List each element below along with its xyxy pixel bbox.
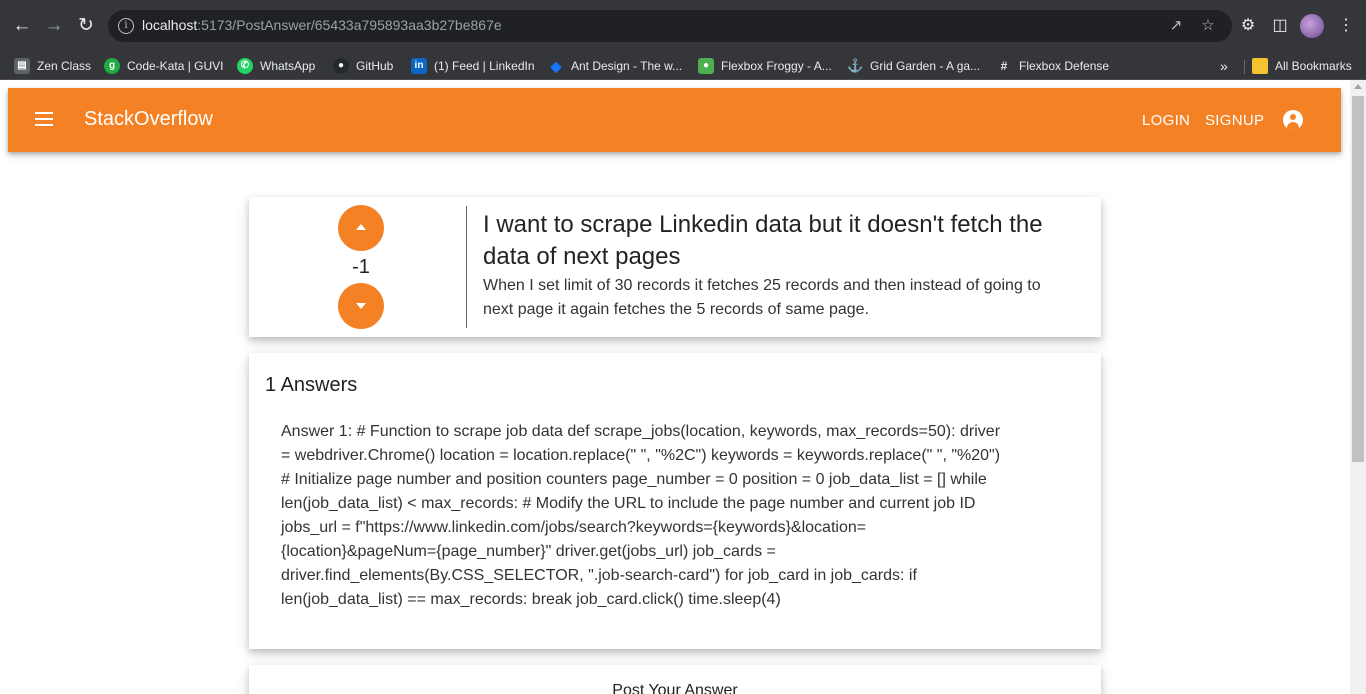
bookmarks-bar: ▤ Zen Class g Code-Kata | GUVI ✆ WhatsAp… bbox=[0, 52, 1366, 80]
answers-heading: 1 Answers bbox=[265, 374, 358, 396]
all-bookmarks[interactable]: All Bookmarks bbox=[1252, 56, 1352, 76]
hamburger-menu-icon[interactable] bbox=[35, 112, 53, 126]
upvote-button[interactable] bbox=[338, 205, 384, 251]
answer-item: Answer 1: # Function to scrape job data … bbox=[281, 423, 1001, 608]
downvote-button[interactable] bbox=[338, 283, 384, 329]
brand-title[interactable]: StackOverflow bbox=[84, 108, 213, 131]
vote-count: -1 bbox=[352, 256, 370, 278]
guvi-icon: g bbox=[104, 58, 120, 74]
address-bar[interactable]: i localhost:5173/PostAnswer/65433a795893… bbox=[108, 10, 1232, 42]
url-host: localhost bbox=[142, 17, 198, 33]
bookmark-ant-design[interactable]: ◆ Ant Design - The w... bbox=[548, 56, 683, 76]
kebab-menu-icon[interactable]: ⋮ bbox=[1334, 14, 1358, 38]
bookmark-label: Flexbox Froggy - A... bbox=[721, 59, 832, 73]
vertical-scrollbar[interactable] bbox=[1350, 80, 1366, 694]
bookmark-label: Flexbox Defense bbox=[1019, 59, 1110, 73]
site-info-icon[interactable]: i bbox=[118, 18, 134, 34]
bookmark-flexbox-defense[interactable]: # Flexbox Defense bbox=[996, 56, 1109, 76]
scroll-up-icon[interactable] bbox=[1354, 84, 1362, 89]
bookmark-linkedin[interactable]: in (1) Feed | LinkedIn bbox=[411, 56, 535, 76]
extensions-icon[interactable]: ⚙ bbox=[1236, 14, 1260, 38]
reload-icon[interactable]: ↻ bbox=[74, 14, 98, 38]
all-bookmarks-label: All Bookmarks bbox=[1275, 59, 1352, 73]
zen-class-icon: ▤ bbox=[14, 58, 30, 74]
back-arrow-icon[interactable]: ← bbox=[10, 14, 34, 38]
signup-button[interactable]: SIGNUP bbox=[1205, 112, 1264, 129]
whatsapp-icon: ✆ bbox=[237, 58, 253, 74]
page-viewport: StackOverflow LOGIN SIGNUP -1 I want to … bbox=[0, 80, 1350, 694]
browser-toolbar: ← → ↻ i localhost:5173/PostAnswer/65433a… bbox=[0, 0, 1366, 52]
flexbox-defense-icon: # bbox=[1000, 59, 1008, 73]
bookmark-label: Ant Design - The w... bbox=[571, 59, 683, 73]
question-divider bbox=[466, 206, 467, 328]
share-icon[interactable]: ↗ bbox=[1166, 16, 1186, 36]
bookmark-label: Zen Class bbox=[37, 59, 92, 73]
app-bar: StackOverflow LOGIN SIGNUP bbox=[8, 88, 1341, 152]
answers-card: 1 Answers Answer 1: # Function to scrape… bbox=[249, 353, 1101, 649]
side-panel-icon[interactable]: ◫ bbox=[1268, 14, 1292, 38]
url-path: :5173/PostAnswer/65433a795893aa3b27be867… bbox=[197, 17, 502, 33]
account-circle-icon[interactable] bbox=[1283, 110, 1303, 130]
question-body: When I set limit of 30 records it fetche… bbox=[483, 277, 1041, 318]
more-bookmarks-icon[interactable]: » bbox=[1220, 56, 1228, 76]
bookmark-grid-garden[interactable]: ⚓ Grid Garden - A ga... bbox=[847, 56, 980, 76]
bookmark-github[interactable]: ● GitHub bbox=[333, 56, 393, 76]
froggy-icon: ● bbox=[698, 58, 714, 74]
bookmark-label: Code-Kata | GUVI bbox=[127, 59, 224, 73]
forward-arrow-icon[interactable]: → bbox=[42, 14, 66, 38]
bookmark-whatsapp[interactable]: ✆ WhatsApp bbox=[237, 56, 315, 76]
post-answer-heading: Post Your Answer bbox=[612, 682, 738, 694]
bookmark-guvi[interactable]: g Code-Kata | GUVI bbox=[104, 56, 224, 76]
bookmark-label: GitHub bbox=[356, 59, 394, 73]
folder-icon bbox=[1252, 58, 1268, 74]
login-button[interactable]: LOGIN bbox=[1142, 112, 1190, 129]
ant-design-icon: ◆ bbox=[550, 58, 562, 74]
post-answer-card: Post Your Answer bbox=[249, 665, 1101, 694]
linkedin-icon: in bbox=[411, 58, 427, 74]
github-icon: ● bbox=[333, 58, 349, 74]
url-text[interactable]: localhost:5173/PostAnswer/65433a795893aa… bbox=[142, 17, 502, 33]
scrollbar-thumb[interactable] bbox=[1352, 96, 1364, 462]
bookmark-label: WhatsApp bbox=[260, 59, 316, 73]
arrow-up-icon bbox=[356, 224, 366, 230]
question-title: I want to scrape Linkedin data but it do… bbox=[483, 211, 1043, 270]
bookmark-flexbox-froggy[interactable]: ● Flexbox Froggy - A... bbox=[698, 56, 832, 76]
bookmark-label: (1) Feed | LinkedIn bbox=[434, 59, 535, 73]
bookmarks-divider bbox=[1244, 60, 1245, 74]
arrow-down-icon bbox=[356, 303, 366, 309]
star-bookmark-icon[interactable]: ☆ bbox=[1198, 16, 1218, 36]
question-card: -1 I want to scrape Linkedin data but it… bbox=[249, 197, 1101, 337]
profile-avatar[interactable] bbox=[1300, 14, 1324, 38]
bookmark-zen-class[interactable]: ▤ Zen Class bbox=[14, 56, 91, 76]
grid-garden-icon: ⚓ bbox=[847, 58, 864, 73]
bookmark-label: Grid Garden - A ga... bbox=[870, 59, 981, 73]
